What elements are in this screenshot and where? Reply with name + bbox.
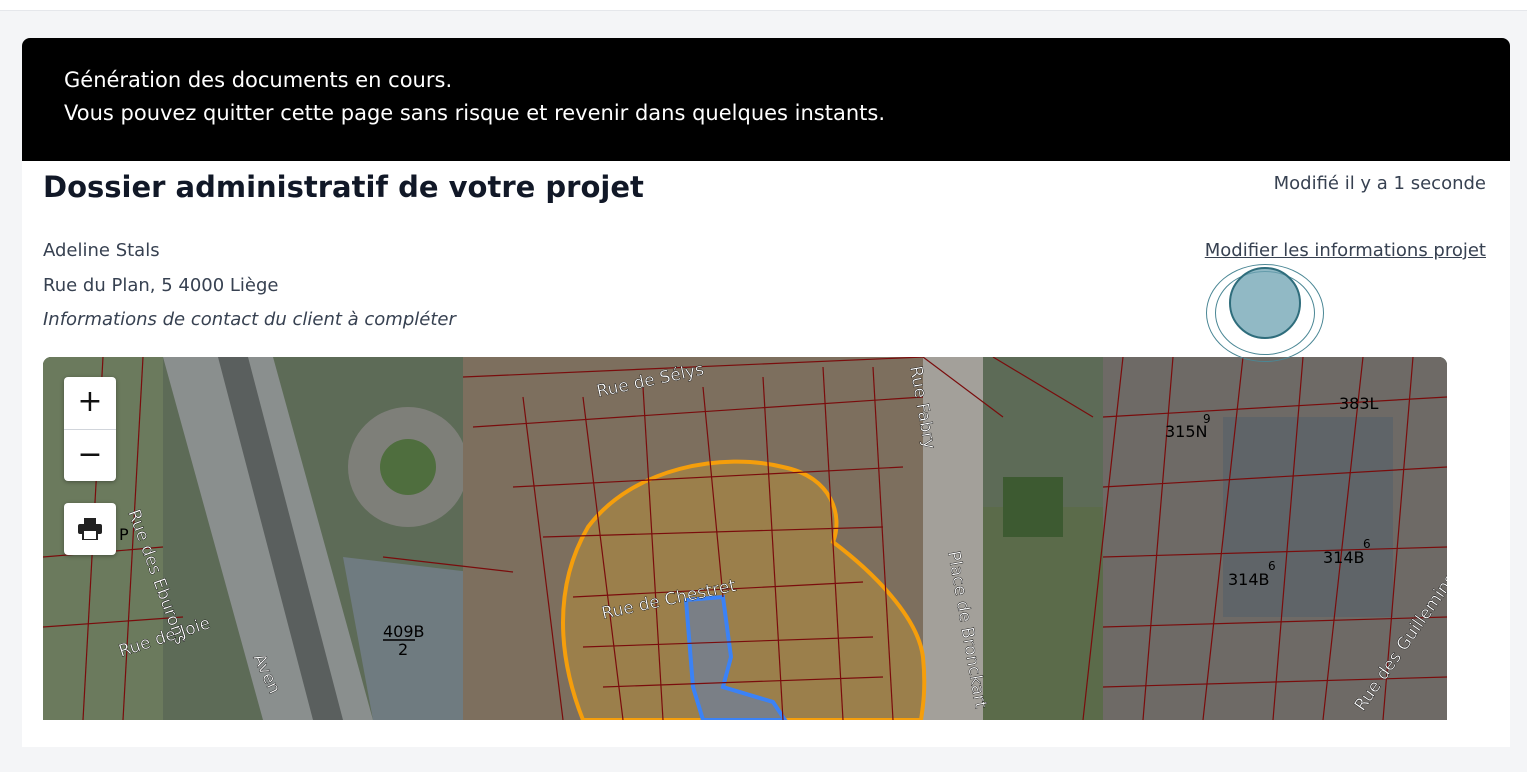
- zoom-controls: + −: [64, 377, 116, 481]
- client-name: Adeline Stals: [43, 240, 160, 261]
- parcel-label-314b-b: 314B: [1323, 548, 1365, 567]
- print-map-button[interactable]: [64, 503, 116, 555]
- parcel-label-p: P: [119, 525, 129, 544]
- printer-icon: [78, 518, 102, 540]
- banner-line-2: Vous pouvez quitter cette page sans risq…: [64, 101, 886, 125]
- generation-banner: Génération des documents en cours. Vous …: [22, 38, 1510, 161]
- click-indicator-dot: [1229, 267, 1301, 339]
- parcel-label-409b: 409B: [383, 622, 425, 641]
- parcel-label-315n-sup: 9: [1203, 412, 1211, 426]
- zoom-in-button[interactable]: +: [64, 377, 116, 430]
- parcel-label-315n: 315N: [1165, 422, 1208, 441]
- parcel-label-409b-sub: 2: [398, 640, 408, 659]
- top-bar: [0, 0, 1527, 11]
- modified-timestamp: Modifié il y a 1 seconde: [1273, 173, 1486, 194]
- project-title: Dossier administratif de votre projet: [43, 170, 644, 204]
- edit-project-info-link[interactable]: Modifier les informations projet: [1205, 240, 1486, 261]
- parcel-map[interactable]: Rue de Sélys Rue des Eburons Rue de Joie…: [43, 357, 1447, 720]
- banner-line-1: Génération des documents en cours.: [64, 68, 453, 92]
- zoom-out-button[interactable]: −: [64, 430, 116, 482]
- client-address: Rue du Plan, 5 4000 Liège: [43, 275, 279, 296]
- parcel-label-383l: 383L: [1339, 394, 1379, 413]
- page-bottom-strip: [0, 747, 1527, 772]
- parcel-label-314b-b-sup: 6: [1363, 537, 1371, 551]
- parcel-label-314b-a-sup: 6: [1268, 559, 1276, 573]
- client-contact-note: Informations de contact du client à comp…: [43, 309, 456, 330]
- map-canvas[interactable]: Rue de Sélys Rue des Eburons Rue de Joie…: [43, 357, 1447, 720]
- parcel-label-314b-a: 314B: [1228, 570, 1270, 589]
